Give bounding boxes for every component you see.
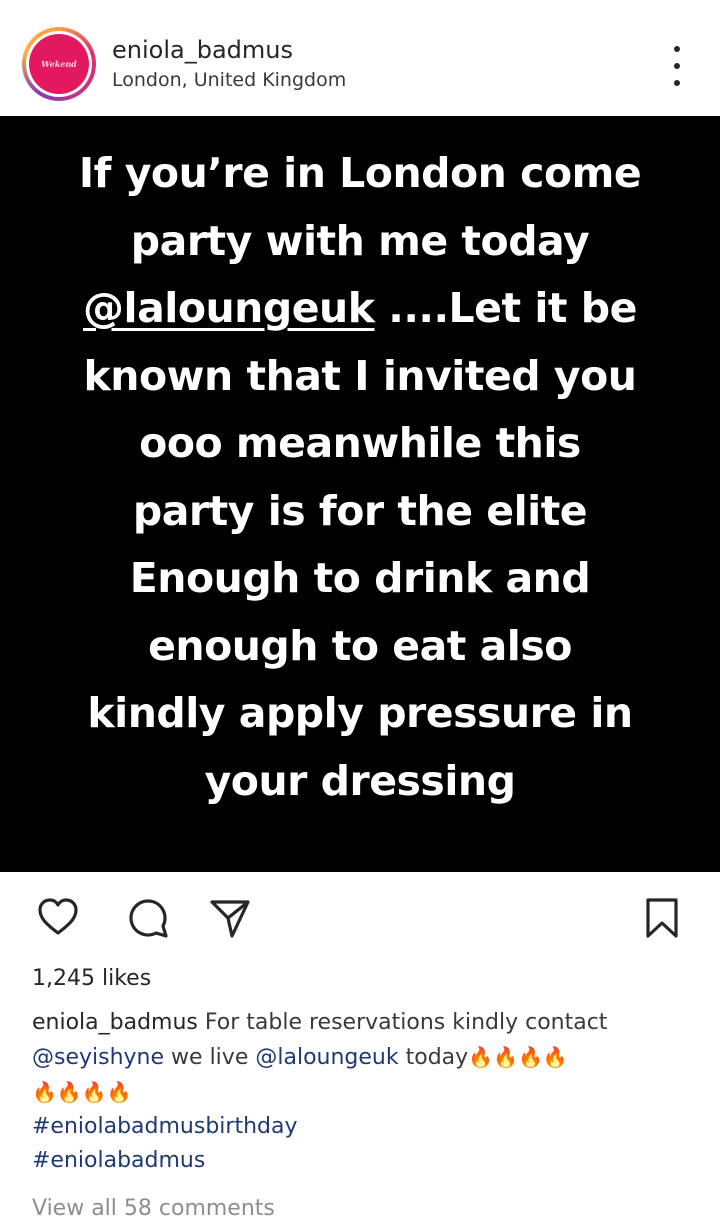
fire-emoji: 🔥🔥🔥🔥 [32,1080,132,1104]
story-text: If you’re in London come party with me t… [20,140,700,815]
story-line: party is for the elite [132,486,588,535]
story-line: Enough to drink and [129,554,591,602]
fire-emoji: 🔥🔥🔥🔥 [468,1045,568,1069]
hashtag[interactable]: #eniolabadmus [32,1148,205,1173]
view-all-comments[interactable]: View all 58 comments [32,1196,275,1221]
story-line: enough to eat also [148,621,572,670]
story-line: known that I invited you [83,351,637,400]
caption-username[interactable]: eniola_badmus [32,1010,198,1035]
story-line: kindly apply pressure in [87,689,633,737]
heart-icon[interactable] [36,896,80,940]
caption-mention[interactable]: @seyishyne [32,1045,164,1070]
story-mention: @laloungeuk [83,284,375,332]
more-options-icon[interactable] [662,46,692,86]
story-line: your dressing [204,756,516,805]
send-icon[interactable] [208,896,252,940]
hashtag[interactable]: #eniolabadmusbirthday [32,1114,297,1139]
bookmark-icon[interactable] [640,896,684,940]
story-line: If you’re in London come [78,149,642,197]
caption-text: For table reservations kindly contact [204,1010,608,1035]
comment-icon[interactable] [126,896,170,940]
caption-text: we live [171,1045,249,1070]
avatar-logo: Wekend [29,34,89,94]
post-image[interactable]: If you’re in London come party with me t… [0,116,720,872]
action-bar [0,872,720,962]
post-username[interactable]: eniola_badmus [112,36,293,64]
story-line: ooo meanwhile this [139,419,581,467]
post-location[interactable]: London, United Kingdom [112,69,346,91]
story-line: party with me today [130,216,590,265]
post-caption: eniola_badmus For table reservations kin… [32,1006,702,1178]
caption-text: today [405,1045,469,1070]
story-line: @laloungeuk ....Let it be [83,284,637,332]
avatar[interactable]: Wekend [22,27,96,101]
likes-count[interactable]: 1,245 likes [32,966,151,991]
caption-mention[interactable]: @laloungeuk [255,1045,398,1070]
post-header: Wekend eniola_badmus London, United King… [0,0,720,116]
